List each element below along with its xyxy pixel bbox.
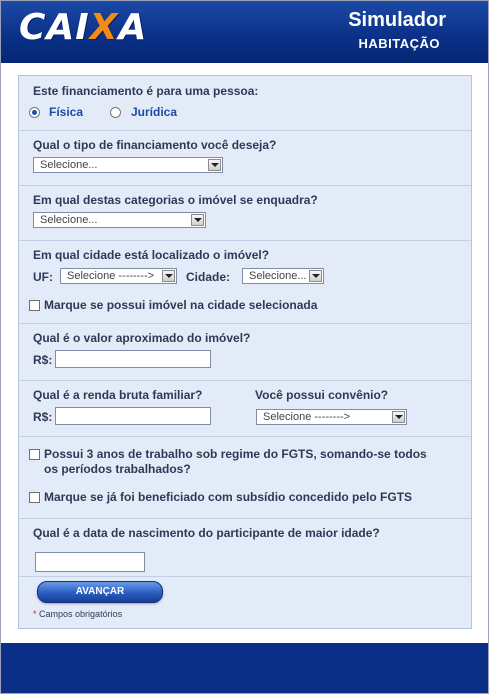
chevron-down-icon xyxy=(208,159,221,171)
uf-select[interactable]: Selecione --------> xyxy=(60,268,177,284)
convenio-select[interactable]: Selecione --------> xyxy=(256,409,407,425)
valor-question: Qual é o valor aproximado do imóvel? xyxy=(33,331,251,345)
valor-input[interactable] xyxy=(55,350,211,368)
subsidio-checkbox[interactable] xyxy=(29,492,40,503)
section-nascimento: Qual é a data de nascimento do participa… xyxy=(19,519,471,574)
renda-input[interactable] xyxy=(55,407,211,425)
possui-imovel-label: Marque se possui imóvel na cidade seleci… xyxy=(44,298,318,312)
renda-currency: R$: xyxy=(33,410,53,424)
pessoa-question: Este financiamento é para uma pessoa: xyxy=(33,84,259,98)
section-categoria: Em qual destas categorias o imóvel se en… xyxy=(19,186,471,241)
required-note-text: Campos obrigatórios xyxy=(39,609,123,619)
radio-fisica-label: Física xyxy=(49,105,84,119)
nascimento-question: Qual é a data de nascimento do participa… xyxy=(33,526,380,540)
simulator-form: Este financiamento é para uma pessoa: Fí… xyxy=(18,75,472,629)
header: CAIXA Simulador HABITAÇÃO xyxy=(1,1,488,63)
app-window: CAIXA Simulador HABITAÇÃO Este financiam… xyxy=(0,0,489,694)
app-subtitle: HABITAÇÃO xyxy=(358,36,440,51)
categoria-question: Em qual destas categorias o imóvel se en… xyxy=(33,193,318,207)
app-title: Simulador xyxy=(348,9,446,31)
fgts-3anos-line2: os períodos trabalhados? xyxy=(44,462,191,476)
tipo-select[interactable]: Selecione... xyxy=(33,157,223,173)
cidade-select-value: Selecione... xyxy=(249,270,307,282)
chevron-down-icon xyxy=(162,270,175,282)
possui-imovel-checkbox[interactable] xyxy=(29,300,40,311)
uf-select-value: Selecione --------> xyxy=(67,270,155,282)
fgts-3anos-checkbox[interactable] xyxy=(29,449,40,460)
categoria-select-value: Selecione... xyxy=(40,214,98,226)
cidade-question: Em qual cidade está localizado o imóvel? xyxy=(33,248,270,262)
valor-currency: R$: xyxy=(33,353,53,367)
cidade-label: Cidade: xyxy=(186,270,231,284)
nascimento-input[interactable] xyxy=(35,552,145,572)
radio-juridica-label: Jurídica xyxy=(131,105,178,119)
chevron-down-icon xyxy=(191,214,204,226)
required-note: * Campos obrigatórios xyxy=(33,609,122,619)
required-star: * xyxy=(33,609,37,619)
radio-fisica[interactable] xyxy=(29,107,40,118)
uf-label: UF: xyxy=(33,270,53,284)
section-valor: Qual é o valor aproximado do imóvel? R$: xyxy=(19,324,471,381)
section-pessoa: Este financiamento é para uma pessoa: Fí… xyxy=(19,76,471,131)
cidade-select[interactable]: Selecione... xyxy=(242,268,324,284)
radio-juridica[interactable] xyxy=(110,107,121,118)
main-content: Este financiamento é para uma pessoa: Fí… xyxy=(1,63,488,643)
categoria-select[interactable]: Selecione... xyxy=(33,212,206,228)
fgts-3anos-label: Possui 3 anos de trabalho sob regime do … xyxy=(44,447,427,477)
section-tipo: Qual o tipo de financiamento você deseja… xyxy=(19,131,471,186)
section-fgts: Possui 3 anos de trabalho sob regime do … xyxy=(19,437,471,519)
tipo-select-value: Selecione... xyxy=(40,159,98,171)
subsidio-label: Marque se já foi beneficiado com subsídi… xyxy=(44,490,413,504)
convenio-select-value: Selecione --------> xyxy=(263,411,351,423)
tipo-question: Qual o tipo de financiamento você deseja… xyxy=(33,138,277,152)
divider xyxy=(19,576,471,577)
chevron-down-icon xyxy=(392,411,405,423)
section-renda: Qual é a renda bruta familiar? R$: Você … xyxy=(19,381,471,437)
footer-bar xyxy=(1,643,488,693)
chevron-down-icon xyxy=(309,270,322,282)
renda-question: Qual é a renda bruta familiar? xyxy=(33,388,203,402)
fgts-3anos-line1: Possui 3 anos de trabalho sob regime do … xyxy=(44,447,427,461)
section-cidade: Em qual cidade está localizado o imóvel?… xyxy=(19,241,471,324)
caixa-logo: CAIXA xyxy=(19,7,148,48)
avancar-button[interactable]: AVANÇAR xyxy=(37,581,163,603)
convenio-question: Você possui convênio? xyxy=(255,388,389,402)
